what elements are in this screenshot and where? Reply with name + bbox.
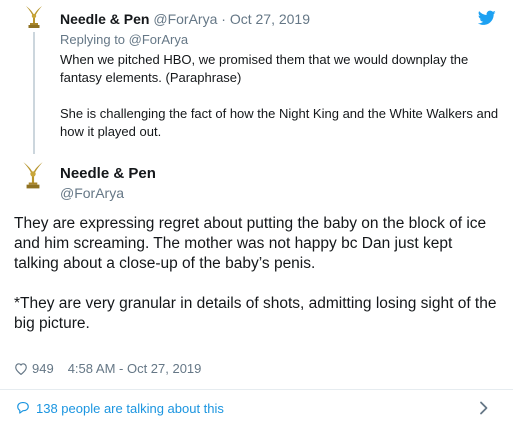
- header-separator: ·: [221, 11, 226, 27]
- quoted-author-handle[interactable]: @ForArya: [153, 11, 217, 27]
- tweet-paragraph: They are expressing regret about putting…: [14, 215, 487, 272]
- quoted-tweet-body: When we pitched HBO, we promised them th…: [60, 51, 500, 141]
- quoted-tweet-paragraph: When we pitched HBO, we promised them th…: [60, 52, 469, 85]
- heart-icon[interactable]: [14, 362, 28, 375]
- tweet-meta: 949 4:58 AM - Oct 27, 2019: [14, 361, 201, 376]
- quoted-tweet-date[interactable]: Oct 27, 2019: [230, 11, 310, 27]
- tweet-timestamp[interactable]: 4:58 AM - Oct 27, 2019: [68, 361, 202, 376]
- speech-bubble-icon: [17, 401, 29, 414]
- tweet-paragraph: *They are very granular in details of sh…: [14, 295, 497, 332]
- tweet-body: They are expressing regret about putting…: [14, 214, 499, 334]
- emmy-statuette-avatar-small[interactable]: [22, 4, 46, 30]
- quoted-tweet-paragraph: She is challenging the fact of how the N…: [60, 106, 499, 139]
- conversation-link[interactable]: 138 people are talking about this: [0, 390, 513, 423]
- like-count[interactable]: 949: [32, 361, 54, 376]
- replying-to-line: Replying to @ForArya: [60, 32, 188, 47]
- tweet-embed-card: Needle & Pen @ForArya · Oct 27, 2019 Rep…: [0, 0, 513, 423]
- replying-to-handle[interactable]: @ForArya: [129, 32, 188, 47]
- author-handle[interactable]: @ForArya: [60, 185, 124, 201]
- quoted-author-name[interactable]: Needle & Pen: [60, 11, 149, 27]
- twitter-bird-icon[interactable]: [478, 10, 496, 26]
- thread-connector-line: [33, 32, 35, 154]
- author-name[interactable]: Needle & Pen: [60, 165, 156, 182]
- emmy-statuette-avatar[interactable]: [20, 160, 46, 190]
- conversation-link-label[interactable]: 138 people are talking about this: [36, 401, 224, 416]
- replying-to-label: Replying to: [60, 32, 126, 47]
- quoted-tweet-header: Needle & Pen @ForArya · Oct 27, 2019: [60, 11, 310, 27]
- chevron-right-icon[interactable]: [479, 401, 489, 415]
